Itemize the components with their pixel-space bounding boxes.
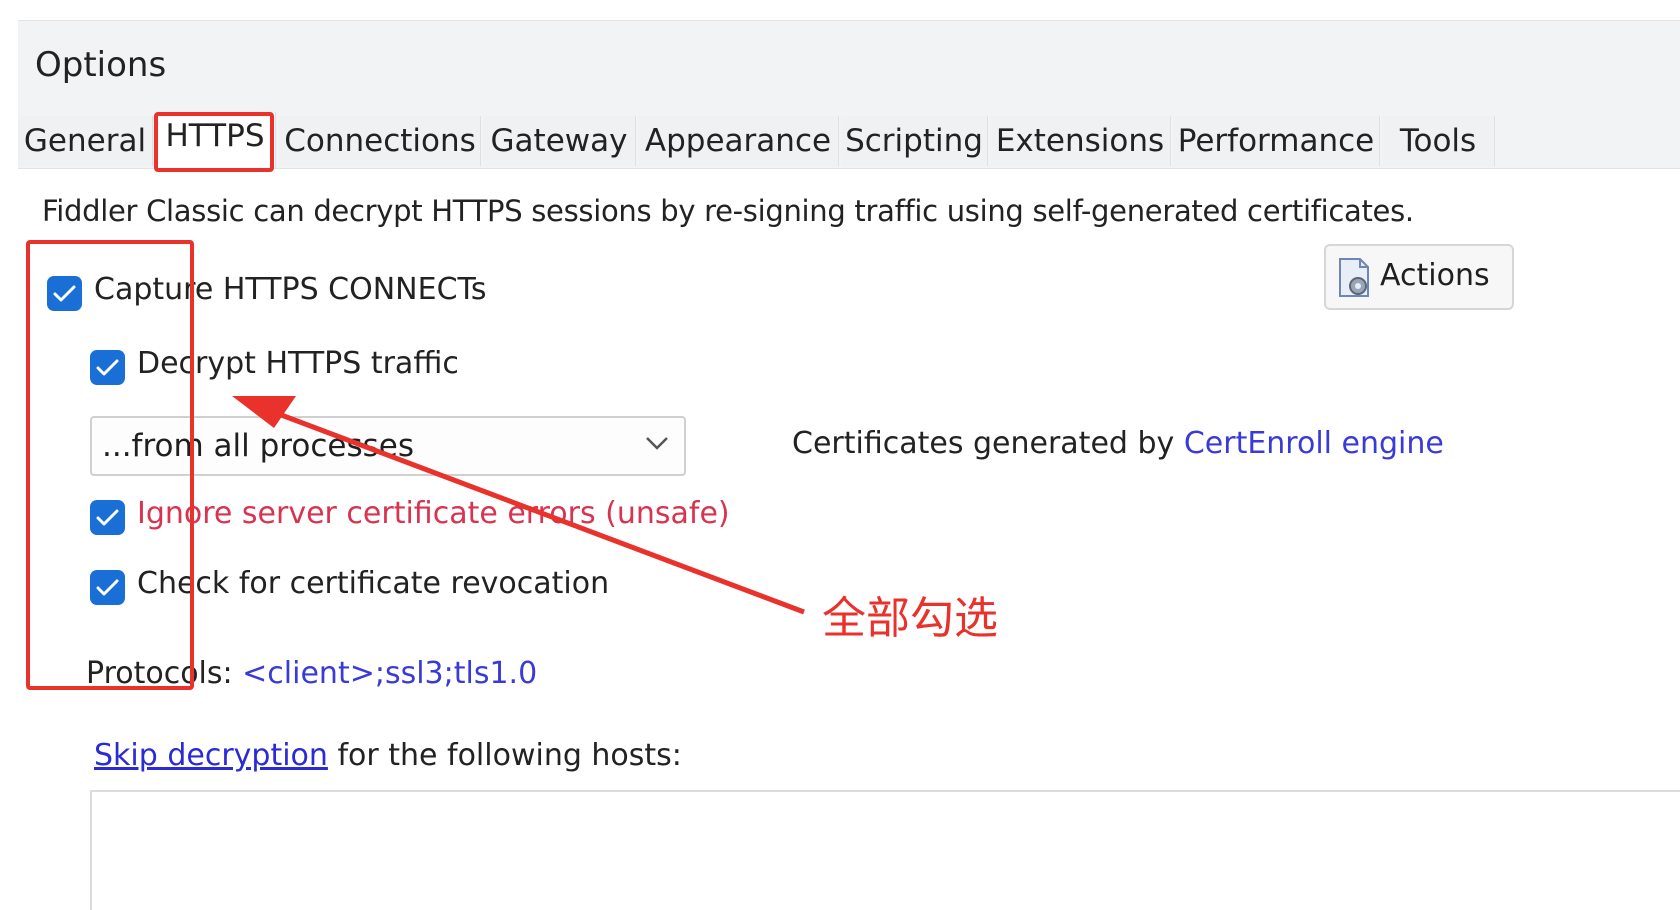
tab-general[interactable]: General <box>18 116 153 166</box>
ignore-errors-label: Ignore server certificate errors (unsafe… <box>137 496 730 531</box>
tab-https[interactable]: HTTPS <box>155 112 276 168</box>
tab-bar: General HTTPS Connections Gateway Appear… <box>18 112 1680 169</box>
options-window: Options General HTTPS Connections Gatewa… <box>18 20 1680 910</box>
tab-appearance[interactable]: Appearance <box>638 116 839 166</box>
protocols-link[interactable]: <client>;ssl3;tls1.0 <box>242 656 537 691</box>
protocols-label: Protocols: <box>86 656 243 691</box>
decrypt-traffic-label: Decrypt HTTPS traffic <box>137 346 459 381</box>
check-icon <box>96 509 119 526</box>
check-revocation-checkbox[interactable] <box>90 570 125 605</box>
check-icon <box>96 359 119 376</box>
tab-connections[interactable]: Connections <box>280 116 481 166</box>
ignore-errors-checkbox[interactable] <box>90 500 125 535</box>
protocols-row: Protocols: <client>;ssl3;tls1.0 <box>86 656 537 691</box>
chevron-down-icon <box>646 437 668 450</box>
capture-connects-label: Capture HTTPS CONNECTs <box>94 272 487 307</box>
certificate-gear-icon <box>1339 258 1369 297</box>
check-icon <box>53 285 76 302</box>
tab-scripting[interactable]: Scripting <box>841 116 988 166</box>
https-description: Fiddler Classic can decrypt HTTPS sessio… <box>42 194 1414 228</box>
annotation-text: 全部勾选 <box>822 593 998 644</box>
process-filter-value: ...from all processes <box>102 428 414 464</box>
check-icon <box>96 579 119 596</box>
cert-engine-link[interactable]: CertEnroll engine <box>1184 426 1444 461</box>
tab-gateway[interactable]: Gateway <box>483 116 636 166</box>
skip-decryption-link[interactable]: Skip decryption <box>94 738 328 773</box>
skip-decryption-suffix: for the following hosts: <box>327 738 682 773</box>
skip-decryption-row: Skip decryption for the following hosts: <box>94 738 682 773</box>
tab-performance[interactable]: Performance <box>1173 116 1380 166</box>
cert-info: Certificates generated by CertEnroll eng… <box>792 426 1444 461</box>
actions-button[interactable]: Actions <box>1324 244 1514 310</box>
decrypt-traffic-checkbox[interactable] <box>90 350 125 385</box>
window-title: Options <box>35 45 167 85</box>
tab-tools[interactable]: Tools <box>1382 116 1495 166</box>
process-filter-select[interactable]: ...from all processes <box>90 416 686 476</box>
tab-extensions[interactable]: Extensions <box>990 116 1171 166</box>
cert-prefix: Certificates generated by <box>792 426 1184 461</box>
https-panel: Fiddler Classic can decrypt HTTPS sessio… <box>18 168 1680 910</box>
actions-label: Actions <box>1380 258 1490 293</box>
capture-connects-checkbox[interactable] <box>47 276 82 311</box>
skip-hosts-textarea[interactable] <box>90 790 1680 910</box>
check-revocation-label: Check for certificate revocation <box>137 566 610 601</box>
title-bar: Options <box>18 20 1680 113</box>
